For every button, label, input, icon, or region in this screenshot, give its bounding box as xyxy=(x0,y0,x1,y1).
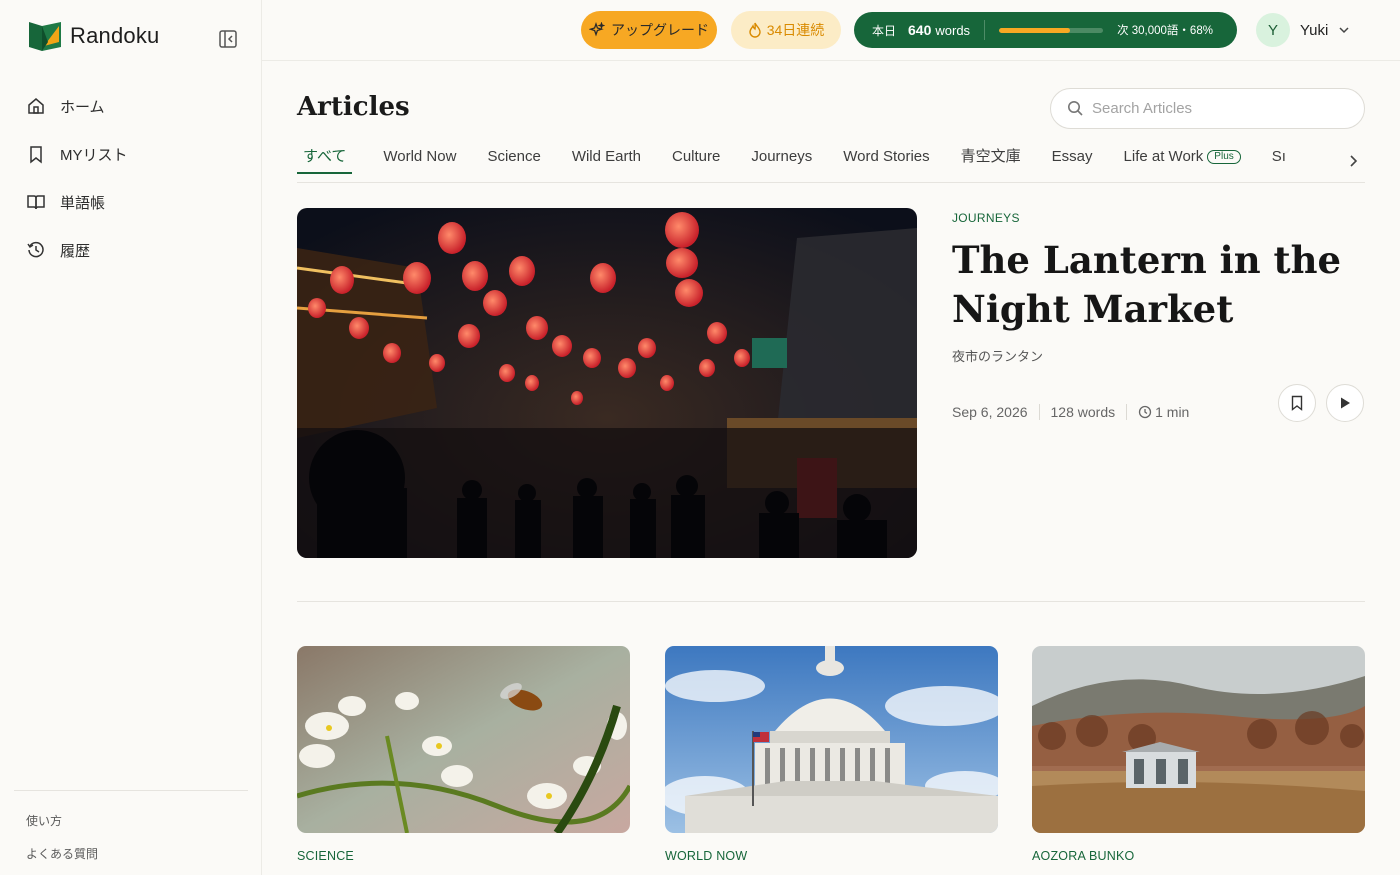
sidebar-item-home[interactable]: ホーム xyxy=(0,82,262,130)
today-label: 本日 xyxy=(872,23,897,38)
next-goal-label: 次 30,000語・68% xyxy=(1117,25,1213,37)
tab-label: Life at Work xyxy=(1123,148,1204,165)
tab-aozora-bunko[interactable]: 青空文庫 xyxy=(961,140,1021,173)
sidebar-item-label: MYリスト xyxy=(60,146,128,164)
card-category-world-now[interactable]: WORLD NOW xyxy=(665,849,747,863)
upgrade-button[interactable]: アップグレード xyxy=(581,11,717,49)
faq-link[interactable]: よくある質問 xyxy=(14,838,248,871)
sidebar: Randoku ホーム MYリスト 単語帳 履歴 使い方 よくある質問 xyxy=(0,0,262,875)
publish-date: Sep 6, 2026 xyxy=(952,404,1028,420)
app-name: Randoku xyxy=(70,23,160,48)
how-to-use-link[interactable]: 使い方 xyxy=(14,805,248,838)
sidebar-item-vocabulary[interactable]: 単語帳 xyxy=(0,178,262,226)
clock-icon xyxy=(1138,405,1152,419)
tab-culture[interactable]: Culture xyxy=(672,140,720,173)
meta-separator xyxy=(1126,404,1128,420)
upgrade-label: アップグレード xyxy=(611,22,709,38)
foggy-landscape-illustration xyxy=(1032,646,1365,833)
read-time: 1 min xyxy=(1138,404,1189,420)
user-menu[interactable]: Y Yuki xyxy=(1256,13,1350,47)
progress-separator xyxy=(984,20,986,40)
section-divider xyxy=(297,601,1365,602)
chevron-right-icon[interactable] xyxy=(1346,152,1362,170)
chevron-down-icon xyxy=(1339,27,1349,34)
word-count: 128 words xyxy=(1050,404,1116,420)
tab-essay[interactable]: Essay xyxy=(1052,140,1093,173)
avatar: Y xyxy=(1256,13,1290,47)
play-audio-button[interactable] xyxy=(1326,384,1364,422)
tab-overflow[interactable]: Sı xyxy=(1272,140,1286,173)
tab-life-at-work[interactable]: Life at Work Plus xyxy=(1124,140,1241,173)
tab-journeys[interactable]: Journeys xyxy=(751,140,812,173)
tabs-divider xyxy=(297,182,1365,183)
sparkle-icon xyxy=(589,22,605,37)
plus-badge: Plus xyxy=(1207,150,1241,164)
tab-science[interactable]: Science xyxy=(487,140,540,173)
tab-word-stories[interactable]: Word Stories xyxy=(843,140,929,173)
sidebar-item-label: 単語帳 xyxy=(60,194,106,212)
logo-mark-icon xyxy=(29,22,61,51)
tab-wild-earth[interactable]: Wild Earth xyxy=(572,140,641,173)
topbar: アップグレード 34日連続 本日 640 words 次 30,000語・68%… xyxy=(262,0,1400,61)
page-title: Articles xyxy=(297,92,410,122)
search-input[interactable] xyxy=(1092,100,1342,117)
card-image-world-now[interactable] xyxy=(665,646,998,833)
search-box[interactable] xyxy=(1050,88,1365,129)
today-word-unit: words xyxy=(935,22,971,38)
card-image-science[interactable] xyxy=(297,646,630,833)
sidebar-footer: 使い方 よくある質問 xyxy=(14,790,248,871)
streak-label: 34日連続 xyxy=(766,22,825,38)
sidebar-item-label: 履歴 xyxy=(60,242,91,260)
hero-category[interactable]: JOURNEYS xyxy=(952,211,1020,225)
app-logo[interactable]: Randoku xyxy=(28,20,159,52)
history-icon xyxy=(27,241,44,258)
bee-flowers-illustration xyxy=(297,646,630,833)
hero-title[interactable]: The Lantern in the Night Market xyxy=(952,236,1372,334)
bookmark-icon xyxy=(1291,395,1303,411)
user-name: Yuki xyxy=(1300,21,1329,39)
hero-image[interactable] xyxy=(297,208,917,558)
read-time-value: 1 min xyxy=(1155,404,1190,420)
tab-world-now[interactable]: World Now xyxy=(383,140,456,173)
card-category-aozora-bunko[interactable]: AOZORA BUNKO xyxy=(1032,849,1134,863)
card-category-science[interactable]: SCIENCE xyxy=(297,849,354,863)
daily-progress[interactable]: 本日 640 words 次 30,000語・68% xyxy=(854,12,1237,48)
progress-bar xyxy=(999,27,1104,33)
category-tabs: すべて World Now Science Wild Earth Culture Jour… xyxy=(297,140,1337,182)
card-image-aozora-bunko[interactable] xyxy=(1032,646,1365,833)
progress-bar-fill xyxy=(999,27,1070,33)
today-word-count: 640 xyxy=(908,22,932,38)
streak-badge[interactable]: 34日連続 xyxy=(731,11,841,49)
hero-subtitle: 夜市のランタン xyxy=(952,349,1044,364)
sidebar-item-label: ホーム xyxy=(60,98,105,116)
sidebar-nav: ホーム MYリスト 単語帳 履歴 xyxy=(0,82,262,274)
hero-meta: Sep 6, 2026 128 words 1 min xyxy=(952,404,1189,420)
home-icon xyxy=(28,98,44,114)
night-market-illustration xyxy=(297,208,917,558)
collapse-sidebar-icon[interactable] xyxy=(218,29,238,49)
tab-all[interactable]: すべて xyxy=(297,140,353,174)
flame-icon xyxy=(749,22,761,38)
capitol-illustration xyxy=(665,646,998,833)
sidebar-item-history[interactable]: 履歴 xyxy=(0,226,262,274)
play-icon xyxy=(1341,397,1350,409)
meta-separator xyxy=(1038,404,1040,420)
bookmark-button[interactable] xyxy=(1278,384,1316,422)
search-icon xyxy=(1068,101,1083,116)
book-icon xyxy=(27,195,45,210)
bookmark-icon xyxy=(30,146,42,164)
sidebar-item-mylist[interactable]: MYリスト xyxy=(0,130,262,178)
